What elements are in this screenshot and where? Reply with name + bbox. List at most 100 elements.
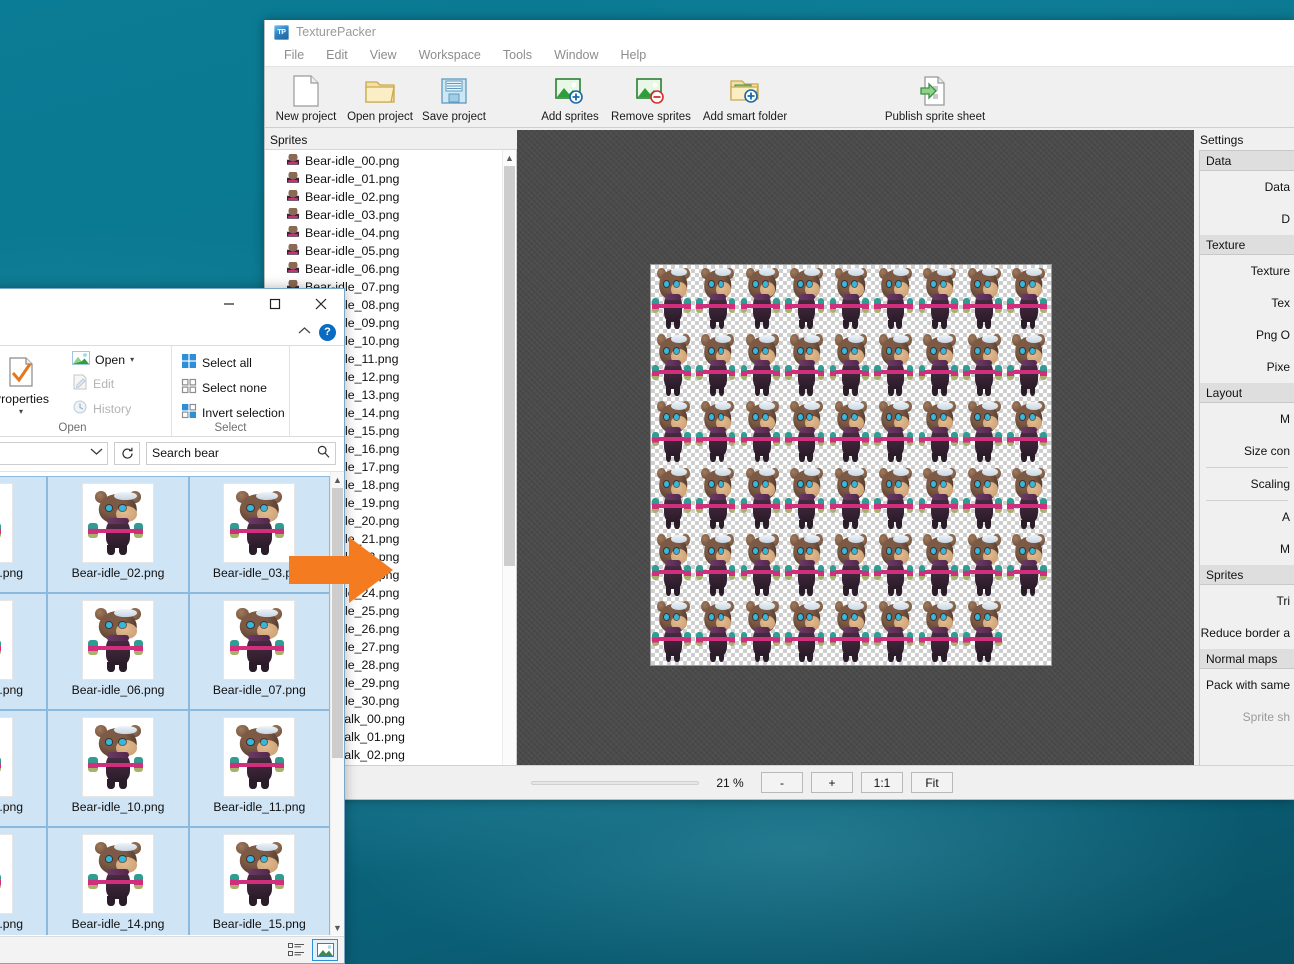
bear-idle-sprite[interactable]: [651, 532, 695, 599]
bear-idle-sprite[interactable]: [740, 265, 784, 332]
bear-idle-sprite[interactable]: [918, 465, 962, 532]
close-icon[interactable]: [298, 289, 344, 319]
settings-row[interactable]: Pack with same: [1200, 669, 1294, 701]
bear-idle-sprite[interactable]: [695, 598, 739, 665]
invert-selection-button[interactable]: Invert selection: [178, 401, 288, 424]
settings-row[interactable]: M: [1200, 403, 1294, 435]
bear-idle-sprite[interactable]: [740, 532, 784, 599]
select-all-button[interactable]: Select all: [178, 351, 288, 374]
bear-idle-sprite[interactable]: [829, 532, 873, 599]
address-bar[interactable]: [0, 441, 108, 465]
zoom-actual-size-button[interactable]: 1:1: [861, 772, 903, 793]
bear-idle-sprite[interactable]: [829, 398, 873, 465]
add-sprites-button[interactable]: Add sprites: [533, 71, 607, 123]
menu-help[interactable]: Help: [610, 46, 658, 64]
bear-idle-sprite[interactable]: [918, 598, 962, 665]
details-view-icon[interactable]: [283, 939, 309, 961]
settings-row[interactable]: Data: [1200, 171, 1294, 203]
bear-idle-sprite[interactable]: [740, 332, 784, 399]
menu-tools[interactable]: Tools: [492, 46, 543, 64]
bear-idle-sprite[interactable]: [695, 465, 739, 532]
menu-edit[interactable]: Edit: [315, 46, 359, 64]
maximize-icon[interactable]: [252, 289, 298, 319]
bear-idle-sprite[interactable]: [829, 598, 873, 665]
explorer-scrollbar[interactable]: ▲ ▼: [330, 472, 344, 935]
bear-idle-sprite[interactable]: [829, 265, 873, 332]
bear-idle-sprite[interactable]: [873, 332, 917, 399]
zoom-out-button[interactable]: -: [761, 772, 803, 793]
file-tile[interactable]: Bear-idle_03.png: [188, 476, 330, 593]
settings-row[interactable]: Png O: [1200, 319, 1294, 351]
minimize-icon[interactable]: [206, 289, 252, 319]
menu-workspace[interactable]: Workspace: [408, 46, 492, 64]
chevron-up-icon[interactable]: [298, 326, 311, 338]
bear-idle-sprite[interactable]: [1007, 398, 1051, 465]
bear-idle-sprite[interactable]: [962, 465, 1006, 532]
sprites-list-scrollbar[interactable]: ▲ ▼: [502, 150, 516, 799]
settings-row[interactable]: Size con: [1200, 435, 1294, 467]
bear-idle-sprite[interactable]: [918, 398, 962, 465]
select-none-button[interactable]: Select none: [178, 376, 288, 399]
bear-idle-sprite[interactable]: [695, 398, 739, 465]
settings-row[interactable]: Texture: [1200, 255, 1294, 287]
bear-idle-sprite[interactable]: [784, 265, 828, 332]
bear-idle-sprite[interactable]: [873, 465, 917, 532]
bear-idle-sprite[interactable]: [829, 332, 873, 399]
bear-idle-sprite[interactable]: [962, 598, 1006, 665]
file-tile[interactable]: Bear-idle_05.png: [0, 593, 48, 710]
scrollbar-thumb[interactable]: [332, 488, 343, 758]
bear-idle-sprite[interactable]: [651, 598, 695, 665]
menu-view[interactable]: View: [359, 46, 408, 64]
bear-idle-sprite[interactable]: [651, 332, 695, 399]
bear-idle-sprite[interactable]: [873, 598, 917, 665]
bear-idle-sprite[interactable]: [1007, 332, 1051, 399]
sprite-list-item[interactable]: Bear-idle_02.png: [265, 188, 502, 206]
publish-sprite-sheet-button[interactable]: Publish sprite sheet: [875, 71, 995, 123]
bear-idle-sprite[interactable]: [695, 265, 739, 332]
bear-idle-sprite[interactable]: [1007, 532, 1051, 599]
thumbnail-view-icon[interactable]: [312, 939, 338, 961]
bear-idle-sprite[interactable]: [1007, 465, 1051, 532]
sprite-list-item[interactable]: Bear-idle_00.png: [265, 152, 502, 170]
bear-idle-sprite[interactable]: [784, 465, 828, 532]
refresh-icon[interactable]: [114, 441, 140, 465]
open-button[interactable]: Open ▾: [69, 349, 137, 370]
help-icon[interactable]: ?: [319, 323, 336, 341]
bear-idle-sprite[interactable]: [695, 532, 739, 599]
scrollbar-thumb[interactable]: [504, 166, 515, 566]
scroll-down-icon[interactable]: ▼: [331, 920, 344, 935]
explorer-file-area[interactable]: Bear-idle_01.png Bear-idle_02.png Bear-idl…: [0, 471, 344, 935]
bear-idle-sprite[interactable]: [962, 532, 1006, 599]
settings-row[interactable]: M: [1200, 533, 1294, 565]
bear-idle-sprite[interactable]: [740, 465, 784, 532]
remove-sprites-button[interactable]: Remove sprites: [607, 71, 695, 123]
file-tile[interactable]: Bear-idle_09.png: [0, 710, 48, 827]
settings-row[interactable]: Tri: [1200, 585, 1294, 617]
settings-row[interactable]: A: [1200, 501, 1294, 533]
file-tile[interactable]: Bear-idle_13.png: [0, 827, 48, 935]
settings-row[interactable]: Sprite sh: [1200, 701, 1294, 733]
settings-row[interactable]: Reduce border a: [1200, 617, 1294, 649]
bear-idle-sprite[interactable]: [962, 398, 1006, 465]
chevron-down-icon[interactable]: [90, 447, 103, 459]
bear-idle-sprite[interactable]: [740, 598, 784, 665]
bear-idle-sprite[interactable]: [784, 598, 828, 665]
bear-idle-sprite[interactable]: [873, 532, 917, 599]
bear-idle-sprite[interactable]: [873, 398, 917, 465]
settings-row[interactable]: Pixe: [1200, 351, 1294, 383]
bear-idle-sprite[interactable]: [784, 398, 828, 465]
zoom-slider[interactable]: [531, 780, 699, 785]
sprite-sheet-canvas[interactable]: [517, 130, 1194, 799]
zoom-in-button[interactable]: +: [811, 772, 853, 793]
file-tile[interactable]: Bear-idle_06.png: [47, 593, 189, 710]
file-tile[interactable]: Bear-idle_01.png: [0, 476, 48, 593]
bear-idle-sprite[interactable]: [918, 532, 962, 599]
bear-idle-sprite[interactable]: [829, 465, 873, 532]
settings-row[interactable]: Tex: [1200, 287, 1294, 319]
menu-file[interactable]: File: [273, 46, 315, 64]
zoom-fit-button[interactable]: Fit: [911, 772, 953, 793]
bear-idle-sprite[interactable]: [918, 265, 962, 332]
bear-idle-sprite[interactable]: [918, 332, 962, 399]
save-project-button[interactable]: Save project: [417, 71, 491, 123]
bear-idle-sprite[interactable]: [651, 265, 695, 332]
